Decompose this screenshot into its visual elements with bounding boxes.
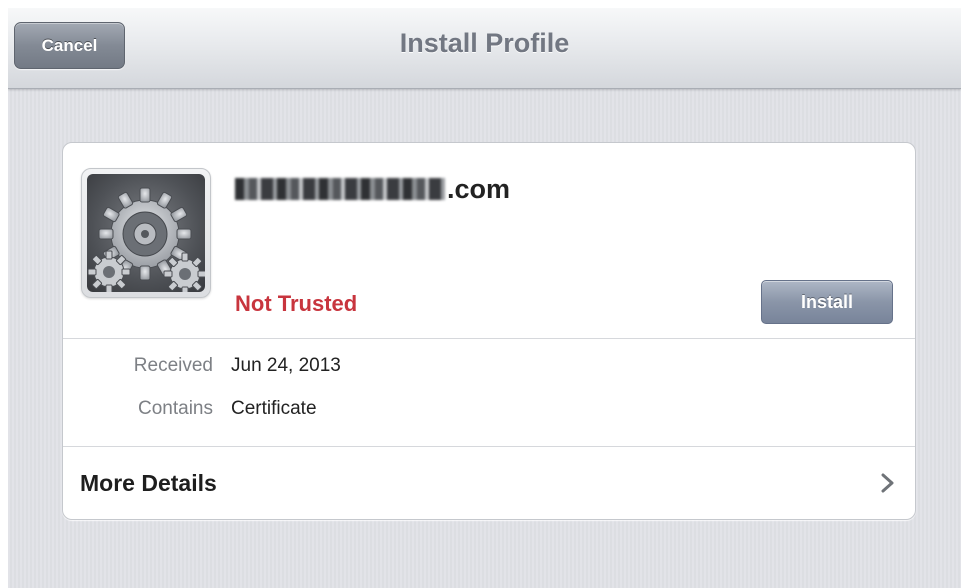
cancel-button[interactable]: Cancel	[14, 22, 125, 69]
detail-value: Jun 24, 2013	[231, 355, 341, 376]
install-profile-screen: Cancel Install Profile .com Not Trusted …	[8, 8, 961, 588]
install-button[interactable]: Install	[761, 280, 893, 324]
profile-name-suffix: .com	[447, 173, 511, 204]
settings-gear-icon	[81, 168, 211, 298]
profile-card: .com Not Trusted Install Received Jun 24…	[62, 142, 916, 520]
detail-value: Certificate	[231, 398, 317, 419]
detail-label: Contains	[138, 398, 213, 419]
more-details-label: More Details	[80, 469, 217, 496]
redacted-domain-text	[235, 178, 445, 200]
detail-label: Received	[133, 355, 213, 376]
profile-name: .com	[235, 173, 510, 205]
navigation-bar: Cancel Install Profile	[8, 8, 961, 89]
divider	[63, 338, 915, 339]
trust-status-label: Not Trusted	[235, 291, 358, 316]
chevron-right-icon	[881, 473, 894, 493]
settings-gear-icon-artwork	[87, 174, 205, 292]
detail-row-contains: Contains Certificate	[63, 394, 915, 424]
page-title: Install Profile	[399, 28, 570, 58]
gear-graphic	[87, 187, 205, 292]
detail-row-received: Received Jun 24, 2013	[63, 351, 915, 381]
more-details-row[interactable]: More Details	[63, 447, 915, 519]
